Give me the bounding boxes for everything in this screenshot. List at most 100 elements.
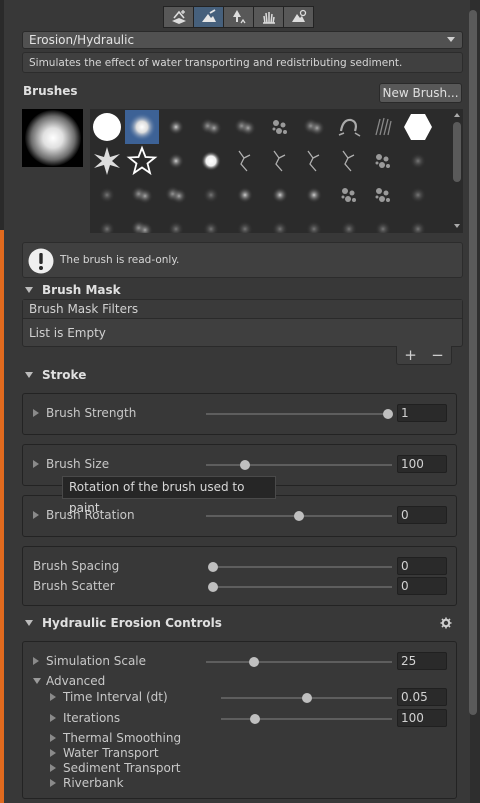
brush-tip-13[interactable] — [194, 144, 228, 178]
brush-mask-header[interactable]: Brush Mask — [22, 281, 463, 299]
details-tool-button[interactable] — [253, 6, 284, 28]
time-interval-slider[interactable] — [221, 693, 392, 703]
brush-tip-37[interactable] — [332, 212, 366, 233]
brush-size-field[interactable]: 100 — [397, 455, 447, 473]
trees-tool-button[interactable] — [223, 6, 254, 28]
brush-tip-33[interactable] — [194, 212, 228, 233]
erosion-tool-button[interactable] — [193, 6, 224, 28]
slider-handle[interactable] — [250, 714, 261, 724]
brush-tip-39[interactable] — [401, 212, 435, 233]
slider-handle[interactable] — [383, 409, 393, 419]
riverbank-foldout[interactable]: Riverbank — [50, 774, 124, 792]
brush-tip-24[interactable] — [228, 178, 262, 212]
brush-tip-26[interactable] — [297, 178, 331, 212]
slider-handle[interactable] — [240, 460, 251, 470]
brush-preview-image — [24, 110, 81, 166]
brush-tip-icon — [375, 188, 390, 202]
brush-tip-2[interactable] — [159, 110, 193, 144]
slider-handle[interactable] — [208, 582, 218, 592]
brush-tip-3[interactable] — [194, 110, 228, 144]
brush-tip-19[interactable] — [401, 144, 435, 178]
iterations-row[interactable]: Iterations — [50, 709, 120, 727]
brush-tip-25[interactable] — [263, 178, 297, 212]
brush-tip-icon — [199, 118, 222, 136]
brush-scatter-field[interactable]: 0 — [397, 577, 447, 595]
brush-tip-21[interactable] — [125, 178, 159, 212]
terrain-settings-tool-button[interactable] — [283, 6, 314, 28]
scroll-down-arrow-icon[interactable] — [454, 224, 460, 228]
brush-tip-36[interactable] — [297, 212, 331, 233]
new-brush-button[interactable]: New Brush... — [379, 83, 462, 103]
brush-tip-icon — [93, 113, 121, 141]
gear-icon[interactable] — [440, 617, 452, 629]
brush-tip-17[interactable] — [332, 144, 366, 178]
brush-tip-35[interactable] — [263, 212, 297, 233]
brush-tip-27[interactable] — [332, 178, 366, 212]
brush-tip-22[interactable] — [159, 178, 193, 212]
scroll-up-arrow-icon[interactable] — [454, 113, 460, 117]
time-interval-row[interactable]: Time Interval (dt) — [50, 688, 168, 706]
brush-tip-23[interactable] — [194, 178, 228, 212]
brush-tip-icon — [237, 187, 253, 203]
brush-tip-38[interactable] — [366, 212, 400, 233]
brush-size-slider[interactable] — [206, 460, 392, 470]
brush-tip-29[interactable] — [401, 178, 435, 212]
brush-strength-slider[interactable] — [206, 409, 393, 419]
brush-tip-11[interactable] — [125, 144, 159, 178]
brush-grid-scrollbar[interactable] — [451, 110, 463, 232]
brush-tip-16[interactable] — [297, 144, 331, 178]
brush-size-row[interactable]: Brush Size — [33, 455, 109, 473]
slider-handle[interactable] — [208, 562, 218, 572]
brush-tip-1[interactable] — [124, 110, 159, 144]
brush-scatter-slider[interactable] — [208, 582, 392, 592]
hydraulic-controls-box: Simulation Scale 25 Advanced Time Interv… — [22, 641, 457, 799]
simulation-scale-field[interactable]: 25 — [397, 652, 447, 670]
slider-handle[interactable] — [249, 657, 260, 667]
brush-tip-20[interactable] — [90, 178, 124, 212]
simulation-scale-label: Simulation Scale — [46, 654, 147, 668]
slider-handle[interactable] — [294, 511, 304, 521]
simulation-scale-slider[interactable] — [206, 657, 392, 667]
brush-tip-6[interactable] — [297, 110, 331, 144]
brush-tip-8[interactable] — [366, 110, 400, 144]
hydraulic-erosion-header[interactable]: Hydraulic Erosion Controls — [22, 614, 463, 632]
brush-rotation-slider[interactable] — [206, 511, 392, 521]
left-edge-accent — [0, 230, 4, 803]
iterations-field[interactable]: 100 — [397, 709, 447, 727]
brush-tip-10[interactable] — [90, 144, 124, 178]
brush-tip-icon — [238, 150, 251, 172]
brush-tip-7[interactable] — [332, 110, 366, 144]
brush-tip-28[interactable] — [366, 178, 400, 212]
inspector-scrollbar-thumb[interactable] — [469, 10, 477, 715]
brush-tip-12[interactable] — [159, 144, 193, 178]
brush-tip-32[interactable] — [159, 212, 193, 233]
brush-tip-icon — [99, 221, 115, 233]
brush-spacing-field[interactable]: 0 — [397, 557, 447, 575]
brush-rotation-field[interactable]: 0 — [397, 506, 447, 524]
tool-select-dropdown[interactable]: Erosion/Hydraulic — [22, 31, 463, 49]
brush-tip-34[interactable] — [228, 212, 262, 233]
brush-grid-scroll-thumb[interactable] — [453, 122, 461, 182]
brush-tip-14[interactable] — [228, 144, 262, 178]
brush-tip-9[interactable] — [401, 110, 435, 144]
brush-tip-5[interactable] — [263, 110, 297, 144]
brush-spacing-slider[interactable] — [208, 562, 392, 572]
paint-terrain-tool-button[interactable] — [163, 6, 194, 28]
stroke-header[interactable]: Stroke — [22, 366, 463, 384]
brush-tip-18[interactable] — [366, 144, 400, 178]
add-filter-button[interactable]: + — [404, 346, 417, 364]
time-interval-field[interactable]: 0.05 — [397, 688, 447, 706]
brush-tip-4[interactable] — [228, 110, 262, 144]
brush-strength-row[interactable]: Brush Strength — [33, 404, 136, 422]
brush-tip-30[interactable] — [90, 212, 124, 233]
brush-strength-field[interactable]: 1 — [397, 404, 447, 422]
brush-tip-31[interactable] — [125, 212, 159, 233]
foldout-open-icon — [25, 287, 33, 293]
iterations-slider[interactable] — [221, 714, 392, 724]
brush-tip-15[interactable] — [263, 144, 297, 178]
slider-handle[interactable] — [301, 693, 312, 703]
remove-filter-button[interactable]: − — [431, 346, 444, 364]
simulation-scale-row[interactable]: Simulation Scale — [33, 652, 146, 670]
iterations-label: Iterations — [63, 711, 121, 725]
brush-tip-0[interactable] — [90, 110, 124, 144]
